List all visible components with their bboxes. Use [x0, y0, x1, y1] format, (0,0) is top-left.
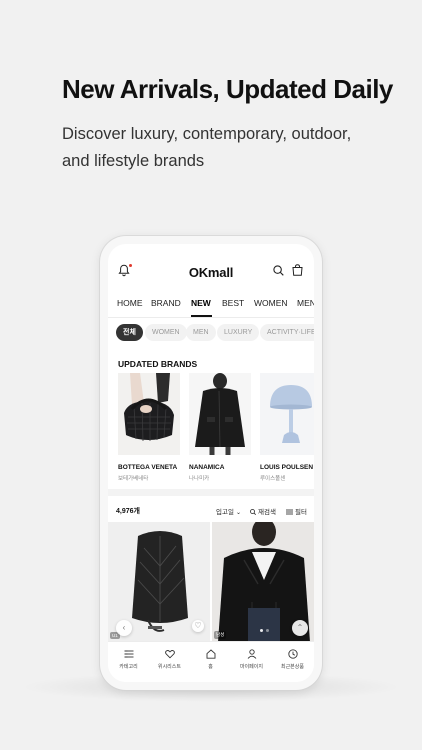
chip-luxury[interactable]: LUXURY	[217, 324, 260, 341]
clock-icon	[287, 649, 298, 659]
nav-item-new[interactable]: NEW	[191, 298, 211, 308]
home-icon	[206, 649, 215, 659]
chip-men[interactable]: MEN	[186, 324, 216, 341]
brand-image	[118, 373, 180, 455]
search-icon	[250, 509, 256, 516]
chip-activity-life[interactable]: ACTIVITY·LIFE	[260, 324, 314, 341]
tab-recent[interactable]: 최근본상품	[272, 649, 313, 670]
search-icon[interactable]	[273, 265, 284, 276]
category-chips: 전체 WOMEN MEN LUXURY ACTIVITY·LIFE	[108, 324, 314, 342]
research-button[interactable]: 재검색	[250, 506, 276, 516]
tab-label: 위시리스트	[157, 664, 181, 670]
nav-divider	[108, 317, 314, 318]
chip-women[interactable]: WOMEN	[145, 324, 187, 341]
top-bar: OKmall	[108, 244, 314, 290]
scroll-left-button[interactable]: ‹	[116, 620, 132, 636]
phone-frame: OKmall HOME BRAND NEW BEST WOMEN MEN 전체 …	[100, 236, 322, 690]
tab-category[interactable]: 카테고리	[108, 649, 149, 670]
tab-label: 마이페이지	[239, 664, 263, 670]
menu-icon	[124, 650, 133, 658]
filter-button[interactable]: 필터	[286, 506, 307, 516]
tab-label: 홈	[208, 664, 213, 670]
app-screen: OKmall HOME BRAND NEW BEST WOMEN MEN 전체 …	[108, 244, 314, 682]
section-divider	[108, 489, 314, 496]
product-count: 4,976개	[116, 508, 140, 515]
wishlist-heart-icon[interactable]: ♡	[192, 620, 204, 632]
tab-wishlist[interactable]: 위시리스트	[149, 649, 190, 670]
product-card[interactable]: U1 ‹ ♡	[108, 522, 210, 642]
brand-korean-name: 나나미카	[189, 476, 210, 482]
bottom-tab-bar: 카테고리 위시리스트 홈 마이페이지 최근본상품	[108, 641, 314, 682]
carousel-dot	[259, 629, 263, 632]
shopping-bag-icon[interactable]	[292, 264, 303, 276]
sort-dropdown[interactable]: 입고일 ⌄	[216, 506, 241, 516]
tab-mypage[interactable]: 마이페이지	[231, 649, 272, 670]
nav-item-home[interactable]: HOME	[117, 298, 143, 308]
nav-item-men[interactable]: MEN	[297, 298, 314, 308]
filter-icon	[286, 509, 293, 515]
nav-item-women[interactable]: WOMEN	[254, 298, 288, 308]
product-card[interactable]: 남성 ⌃	[212, 522, 314, 642]
promo-subtitle: Discover luxury, contemporary, outdoor, …	[62, 125, 352, 170]
brand-name: LOUIS POULSEN	[260, 464, 314, 471]
tab-home[interactable]: 홈	[190, 649, 231, 670]
nav-item-brand[interactable]: BRAND	[151, 298, 181, 308]
person-icon	[247, 649, 256, 659]
scroll-to-top-button[interactable]: ⌃	[292, 620, 308, 636]
research-label: 재검색	[258, 509, 276, 516]
brand-image	[260, 373, 314, 455]
chip-all[interactable]: 전체	[116, 324, 143, 341]
bag-photo	[118, 373, 180, 455]
heart-icon	[164, 650, 175, 659]
lamp-photo	[260, 373, 314, 455]
tab-label: 카테고리	[119, 664, 138, 670]
product-tag: 남성	[214, 631, 227, 639]
jacket-photo	[189, 373, 251, 455]
nav-item-best[interactable]: BEST	[222, 298, 244, 308]
sort-label: 입고일	[216, 509, 234, 516]
brand-name: BOTTEGA VENETA	[118, 464, 178, 471]
filter-label: 필터	[295, 509, 307, 516]
brand-image	[189, 373, 251, 455]
product-list-toolbar: 4,976개 입고일 ⌄ 재검색 필터	[108, 500, 314, 520]
brand-name: NANAMICA	[189, 464, 225, 471]
promo-headline: New Arrivals, Updated Daily	[62, 74, 393, 104]
main-nav: HOME BRAND NEW BEST WOMEN MEN	[108, 294, 314, 318]
updated-brands-title: UPDATED BRANDS	[118, 359, 198, 369]
brand-korean-name: 루이스폴센	[260, 476, 286, 482]
tab-label: 최근본상품	[280, 664, 304, 670]
carousel-dots	[258, 619, 270, 637]
carousel-dot	[265, 629, 269, 632]
chevron-down-icon: ⌄	[235, 510, 241, 516]
brand-korean-name: 보테가베네타	[118, 476, 149, 482]
